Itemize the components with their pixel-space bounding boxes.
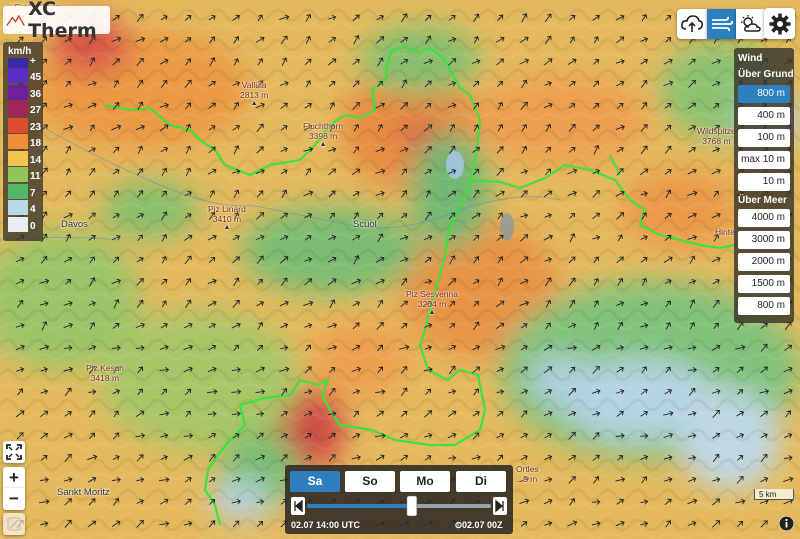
thermal-layer-button[interactable] [736, 9, 766, 39]
height-sea-800-button[interactable]: 800 m [738, 297, 790, 315]
legend-value: 11 [30, 171, 41, 182]
wind-panel-title: Wind [738, 53, 763, 64]
legend-swatch [8, 167, 28, 182]
place-label-davos: Davos [61, 219, 88, 230]
peak-elevation: 3204 m [417, 299, 447, 309]
settings-button[interactable] [764, 8, 795, 39]
legend-swatch [8, 216, 28, 232]
peak-name: Ortles [516, 464, 539, 474]
peak-elevation: ...5 m [516, 474, 538, 484]
sun-cloud-icon [741, 15, 761, 32]
peak-name: Fluchthorn [303, 121, 344, 131]
peak-name: Piz Sesvenna [406, 289, 458, 299]
model-run-value: 02.07 00Z [462, 520, 503, 530]
height-ground-max10-button[interactable]: max 10 m [738, 151, 790, 169]
peak-label: Vallüla 2813 m ▲ [240, 80, 269, 107]
peak-elevation: 3768 m [702, 136, 731, 146]
legend-swatch [8, 117, 28, 133]
legend-value: 45 [30, 72, 42, 83]
place-label-scuol: Scuol [353, 219, 377, 230]
peak-label: Piz Linard 3410 m ▲ [208, 204, 246, 231]
model-run-label: ⏲02.07 00Z [455, 520, 503, 531]
peak-elevation: 3418 m [90, 373, 120, 383]
height-ground-10-button[interactable]: 10 m [738, 173, 790, 191]
day-tab-sa[interactable]: Sa [290, 471, 340, 492]
legend-value: 27 [30, 105, 42, 116]
info-button[interactable] [779, 516, 794, 531]
peak-label: Fluchthorn 3398 m ▲ [303, 121, 344, 148]
wind-map[interactable] [0, 0, 800, 539]
height-ground-800-button[interactable]: 800 m [738, 85, 790, 103]
height-sea-2000-button[interactable]: 2000 m [738, 253, 790, 271]
legend-swatch [8, 58, 28, 68]
peak-elevation: 2813 m [240, 90, 269, 100]
peak-elevation: 3398 m [308, 131, 338, 141]
zoom-out-button[interactable]: − [3, 488, 25, 510]
legend-swatch [8, 150, 28, 166]
height-sea-1500-button[interactable]: 1500 m [738, 275, 790, 293]
legend-swatch [8, 200, 28, 215]
mountain-icon [6, 14, 25, 26]
peak-label: Piz Kesch 3418 m [86, 363, 124, 383]
info-icon [779, 516, 794, 531]
legend-value: 0 [30, 220, 36, 232]
legend-value: 7 [30, 187, 36, 199]
peak-name: Wildspitze [697, 126, 736, 136]
legend-value: 23 [30, 121, 42, 133]
legend-swatch [8, 101, 28, 116]
peak-label: Piz Sesvenna 3204 m ▲ [406, 289, 458, 316]
day-tab-so[interactable]: So [345, 471, 395, 492]
legend-swatch [8, 134, 28, 149]
slider-handle[interactable] [406, 495, 418, 517]
peak-label: Ortles ...5 m [516, 464, 539, 484]
legend-unit: km/h [8, 46, 32, 57]
clock-icon: ⏲ [455, 520, 463, 530]
legend-value: 36 [30, 88, 42, 100]
peak-elevation: 3410 m [212, 214, 242, 224]
scale-bar: 5 km [754, 489, 794, 500]
step-forward-icon[interactable] [493, 497, 507, 515]
height-sea-3000-button[interactable]: 3000 m [738, 231, 790, 249]
wind-speed-legend: km/h +45 36 27 23 18 14 11 7 4 0 [3, 42, 43, 241]
app-logo[interactable]: XC Therm [3, 0, 110, 42]
height-ground-400-button[interactable]: 400 m [738, 107, 790, 125]
wind-icon [712, 16, 734, 32]
plus-icon: + [9, 468, 19, 487]
legend-swatch [8, 84, 28, 100]
height-sea-4000-button[interactable]: 4000 m [738, 209, 790, 227]
day-tab-di[interactable]: Di [456, 471, 506, 492]
legend-value: 14 [30, 154, 42, 166]
fullscreen-button[interactable] [3, 441, 25, 463]
wind-layer-button[interactable] [707, 9, 737, 39]
cloud-upload-button[interactable] [677, 9, 707, 39]
zoom-in-button[interactable]: + [3, 467, 25, 489]
draw-tool-button[interactable] [3, 513, 25, 535]
peak-name: Piz Kesch [86, 363, 124, 373]
time-panel: Sa So Mo Di 02.07 14:00 UTC ⏲02.07 00Z [285, 465, 513, 534]
wind-height-panel: Wind Über Grund 800 m 400 m 100 m max 10… [734, 48, 794, 323]
legend-swatch [8, 68, 28, 83]
slash-icon [7, 517, 21, 531]
legend-top-label: + [30, 56, 36, 67]
fullscreen-icon [6, 444, 22, 460]
app-title: XC Therm [28, 0, 97, 42]
day-tab-mo[interactable]: Mo [400, 471, 450, 492]
place-label-sankt-moritz: Sankt Moritz [57, 487, 110, 498]
height-ground-100-button[interactable]: 100 m [738, 129, 790, 147]
legend-value: 18 [30, 138, 42, 149]
peak-name: Piz Linard [208, 204, 246, 214]
legend-swatch [8, 183, 28, 199]
step-back-icon[interactable] [291, 497, 305, 515]
peak-label: Wildspitze 3768 m [697, 126, 736, 146]
sea-heading: Über Meer [738, 195, 787, 206]
peak-name: Vallüla [241, 80, 267, 90]
cloud-upload-icon [681, 15, 703, 32]
ground-heading: Über Grund [738, 69, 794, 80]
time-slider[interactable] [291, 495, 507, 517]
minus-icon: − [9, 489, 19, 508]
gear-icon [769, 13, 790, 34]
legend-value: 4 [30, 204, 36, 215]
current-time-label: 02.07 14:00 UTC [291, 520, 361, 530]
